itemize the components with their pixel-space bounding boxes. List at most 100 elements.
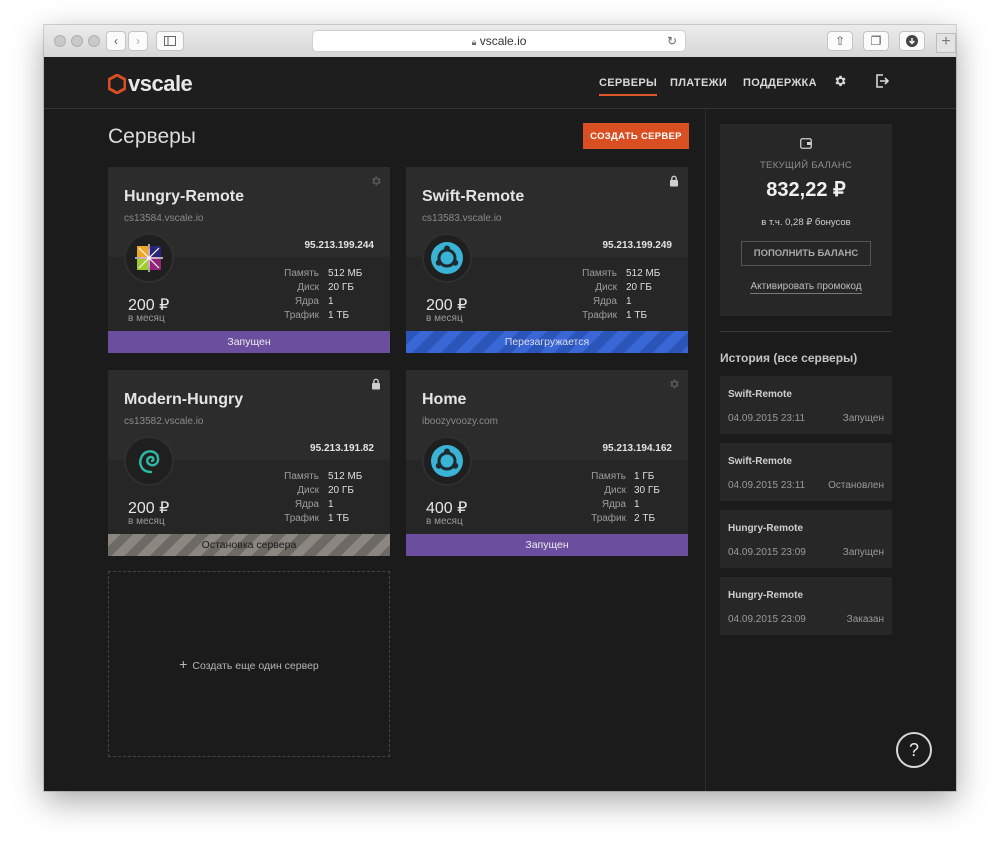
nav-payments[interactable]: ПЛАТЕЖИ	[670, 77, 727, 89]
hexagon-logo-icon	[108, 74, 126, 94]
vscale-logo[interactable]: vscale	[108, 71, 193, 97]
forward-button[interactable]: ›	[128, 31, 148, 51]
account-sidebar: ТЕКУЩИЙ БАЛАНС 832,22 ₽ в т.ч. 0,28 ₽ бо…	[705, 109, 957, 791]
history-date: 04.09.2015 23:09	[728, 614, 806, 625]
server-ip: 95.213.199.249	[602, 240, 672, 251]
topup-balance-button[interactable]: ПОПОЛНИТЬ БАЛАНС	[741, 241, 871, 266]
server-name[interactable]: Swift-Remote	[422, 188, 524, 206]
balance-amount: 832,22 ₽	[766, 179, 846, 201]
server-name[interactable]: Modern-Hungry	[124, 391, 243, 409]
sidebar-toggle-button[interactable]	[156, 31, 184, 51]
history-status: Заказан	[846, 614, 884, 625]
spec-label-cores: Ядра	[592, 296, 617, 307]
nav-servers[interactable]: СЕРВЕРЫ	[599, 77, 658, 96]
spec-label-cores: Ядра	[601, 499, 626, 510]
spec-label-traffic: Трафик	[284, 513, 319, 524]
history-server: Swift-Remote	[728, 389, 792, 400]
server-hostname: cs13584.vscale.io	[124, 213, 204, 224]
server-hostname: cs13582.vscale.io	[124, 416, 204, 427]
tabs-button[interactable]: ❐	[863, 31, 889, 51]
wallet-icon	[800, 138, 812, 149]
minimize-window-dot[interactable]	[71, 35, 83, 47]
spec-label-memory: Память	[284, 471, 319, 482]
spec-memory: 512 МБ	[328, 268, 363, 279]
spec-label-cores: Ядра	[294, 296, 319, 307]
spec-label-traffic: Трафик	[284, 310, 319, 321]
spec-cores: 1	[634, 499, 640, 510]
server-card-hungry-remote[interactable]: Hungry-Remote cs13584.vscale.io 95.213.1…	[108, 167, 390, 353]
server-card-swift-remote[interactable]: Swift-Remote cs13583.vscale.io 95.213.19…	[406, 167, 688, 353]
price-period: в месяц	[426, 313, 463, 324]
history-server: Swift-Remote	[728, 456, 792, 467]
spec-label-traffic: Трафик	[591, 513, 626, 524]
history-item: Hungry-Remote 04.09.2015 23:09 Заказан	[720, 577, 892, 635]
gear-icon[interactable]	[833, 74, 847, 88]
plus-icon: +	[179, 656, 188, 672]
tabs-icon: ❐	[870, 34, 882, 48]
logout-icon[interactable]	[875, 74, 889, 88]
close-window-dot[interactable]	[54, 35, 66, 47]
share-button[interactable]: ⇧	[827, 31, 853, 51]
history-status: Остановлен	[828, 480, 884, 491]
gear-icon[interactable]	[668, 378, 680, 390]
browser-window: ‹ › 🔒︎ vscale.io ↻ ⇧ ❐ + vscale СЕРВЕРЫ …	[44, 25, 956, 791]
activate-promo-link[interactable]: Активировать промокод	[750, 281, 862, 294]
spec-disk: 30 ГБ	[634, 485, 660, 496]
ubuntu-icon	[422, 233, 472, 283]
create-another-server-card[interactable]: + Создать еще один сервер	[108, 571, 390, 757]
ubuntu-icon	[422, 436, 472, 486]
history-item: Swift-Remote 04.09.2015 23:11 Запущен	[720, 376, 892, 434]
spec-disk: 20 ГБ	[626, 282, 652, 293]
divider	[720, 331, 892, 332]
server-name[interactable]: Home	[422, 391, 466, 409]
spec-traffic: 1 ТБ	[328, 513, 350, 524]
spec-label-traffic: Трафик	[582, 310, 617, 321]
status-bar: Остановка сервера	[108, 534, 390, 556]
history-status: Запущен	[842, 547, 884, 558]
help-button[interactable]: ?	[896, 732, 932, 768]
nav-support[interactable]: ПОДДЕРЖКА	[743, 77, 817, 89]
spec-label-disk: Диск	[297, 485, 319, 496]
spec-label-disk: Диск	[595, 282, 617, 293]
gear-icon[interactable]	[370, 175, 382, 187]
history-status: Запущен	[842, 413, 884, 424]
status-bar: Перезагружается	[406, 331, 688, 353]
logo-text: vscale	[128, 71, 193, 96]
server-ip: 95.213.191.82	[310, 443, 374, 454]
server-price: 200 ₽	[128, 297, 170, 314]
server-card-home[interactable]: Home iboozyvoozy.com 95.213.194.162 400 …	[406, 370, 688, 556]
reload-icon[interactable]: ↻	[667, 31, 677, 51]
zoom-window-dot[interactable]	[88, 35, 100, 47]
server-price: 200 ₽	[128, 500, 170, 517]
create-server-button[interactable]: СОЗДАТЬ СЕРВЕР	[583, 123, 689, 149]
server-card-modern-hungry[interactable]: Modern-Hungry cs13582.vscale.io 95.213.1…	[108, 370, 390, 556]
spec-label-cores: Ядра	[294, 499, 319, 510]
lock-icon	[670, 175, 678, 187]
sidebar-icon	[164, 36, 176, 46]
centos-icon	[124, 233, 174, 283]
lock-icon: 🔒︎	[471, 37, 477, 47]
create-another-server-text: Создать еще один сервер	[192, 660, 319, 672]
bonus-text: в т.ч. 0,28 ₽ бонусов	[761, 217, 851, 228]
status-bar: Запущен	[108, 331, 390, 353]
history-item: Hungry-Remote 04.09.2015 23:09 Запущен	[720, 510, 892, 568]
spec-cores: 1	[626, 296, 632, 307]
downloads-button[interactable]	[899, 31, 925, 51]
address-bar[interactable]: 🔒︎ vscale.io ↻	[312, 30, 686, 52]
url-text: vscale.io	[479, 34, 527, 48]
debian-icon	[124, 436, 174, 486]
server-price: 200 ₽	[426, 297, 468, 314]
new-tab-button[interactable]: +	[936, 33, 956, 53]
download-icon	[906, 35, 918, 47]
history-server: Hungry-Remote	[728, 523, 804, 534]
server-hostname: iboozyvoozy.com	[422, 416, 498, 427]
history-date: 04.09.2015 23:09	[728, 547, 806, 558]
create-another-server-label[interactable]: + Создать еще один сервер	[109, 656, 389, 672]
lock-icon	[372, 378, 380, 390]
server-name[interactable]: Hungry-Remote	[124, 188, 244, 206]
back-button[interactable]: ‹	[106, 31, 126, 51]
price-period: в месяц	[426, 516, 463, 527]
spec-label-disk: Диск	[604, 485, 626, 496]
history-date: 04.09.2015 23:11	[728, 480, 806, 491]
price-period: в месяц	[128, 313, 165, 324]
